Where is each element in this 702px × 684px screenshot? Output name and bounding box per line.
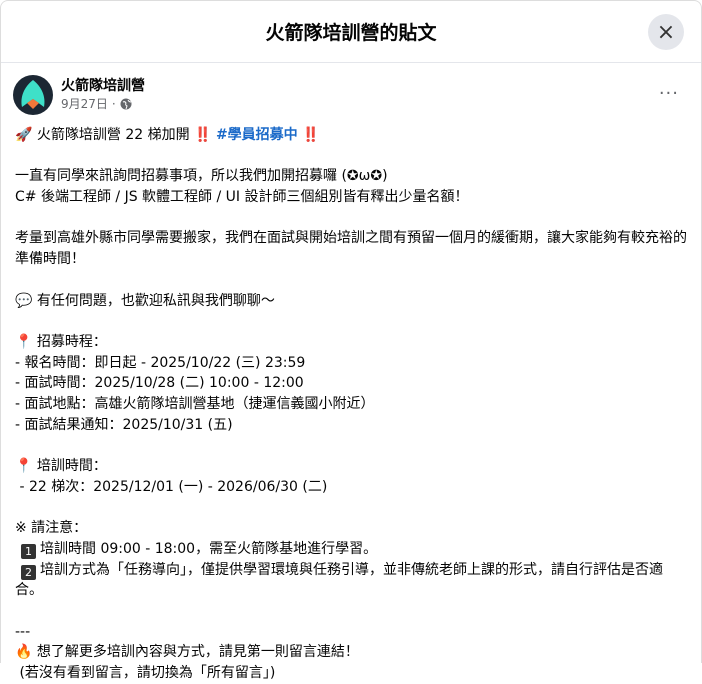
hashtag-link[interactable]: #學員招募中 bbox=[216, 127, 298, 143]
post-line: - 報名時間：即日起 - 2025/10/22 (三) 23:59 bbox=[15, 354, 306, 371]
post-line: - 面試地點：高雄火箭隊培訓營基地（捷運信義國小附近） bbox=[15, 396, 375, 413]
post-header: 火箭隊培訓營 9月27日 · ··· bbox=[1, 63, 701, 115]
post-line: 💬 有任何問題，也歡迎私訊與我們聊聊～ bbox=[15, 292, 275, 309]
post-line: --- bbox=[15, 623, 31, 640]
post-line: 📍 招募時程： bbox=[15, 333, 107, 350]
post-line: 考量到高雄外縣市同學需要搬家，我們在面試與開始培訓之間有預留一個月的緩衝期，讓大… bbox=[15, 230, 687, 268]
date-link[interactable]: 9月27日 bbox=[61, 95, 108, 113]
post-line bbox=[15, 498, 687, 519]
avatar[interactable] bbox=[13, 75, 53, 115]
author-name[interactable]: 火箭隊培訓營 bbox=[61, 77, 145, 95]
post-line: 📍 培訓時間： bbox=[15, 458, 107, 475]
rocket-logo-icon bbox=[21, 80, 45, 109]
dialog-header: 火箭隊培訓營的貼文 × bbox=[1, 1, 701, 63]
dialog-title: 火箭隊培訓營的貼文 bbox=[265, 22, 437, 44]
post-line bbox=[15, 435, 687, 456]
post-line: ※ 請注意： bbox=[15, 520, 88, 537]
post-line: 🔥 想了解更多培訓內容與方式，請見第一則留言連結！ bbox=[15, 644, 359, 661]
post-line: 一直有同學來訊詢問招募事項，所以我們加開招募囉 (✪ω✪) bbox=[15, 168, 388, 185]
post-line bbox=[15, 270, 687, 291]
post-line: - 面試結果通知：2025/10/31 (五) bbox=[15, 416, 233, 433]
post-body: 🚀 火箭隊培訓營 22 梯加開 ‼️ #學員招募中 ‼️ 一直有同學來訊詢問招募… bbox=[1, 115, 701, 684]
globe-icon bbox=[120, 98, 132, 110]
post-line: - 22 梯次：2025/12/01 (一) - 2026/06/30 (二) bbox=[15, 478, 328, 495]
note-2: 2 培訓方式為「任務導向」，僅提供學習環境與任務引導，並非傳統老師上課的形式，請自… bbox=[15, 561, 663, 599]
post-line bbox=[15, 311, 687, 332]
rocket-icon: 🚀 bbox=[15, 127, 33, 143]
keycap-2-icon: 2 bbox=[21, 564, 36, 580]
keycap-1-icon: 1 bbox=[21, 543, 36, 559]
close-button[interactable]: × bbox=[648, 14, 684, 50]
post-line: - 面試時間：2025/10/28 (二) 10:00 - 12:00 bbox=[15, 375, 304, 392]
headline: 🚀 火箭隊培訓營 22 梯加開 ‼️ #學員招募中 ‼️ bbox=[15, 127, 320, 143]
more-options-button[interactable]: ··· bbox=[659, 83, 679, 104]
post-line bbox=[15, 601, 687, 622]
post-line bbox=[15, 208, 687, 229]
note-1: 1 培訓時間 09:00 - 18:00，需至火箭隊基地進行學習。 bbox=[15, 539, 687, 560]
double-exclamation-icon: ‼️ bbox=[302, 127, 320, 143]
post-line: (若沒有看到留言，請切換為「所有留言」) bbox=[15, 665, 276, 682]
double-exclamation-icon: ‼️ bbox=[194, 127, 212, 143]
post-dialog: 火箭隊培訓營的貼文 × 火箭隊培訓營 9月27日 · ··· 🚀 火箭隊培訓營 2… bbox=[0, 0, 702, 681]
close-icon: × bbox=[656, 19, 676, 45]
post-date: 9月27日 · bbox=[61, 95, 145, 113]
post-line: C# 後端工程師 / JS 軟體工程師 / UI 設計師三個組別皆有釋出少量名額… bbox=[15, 189, 469, 206]
